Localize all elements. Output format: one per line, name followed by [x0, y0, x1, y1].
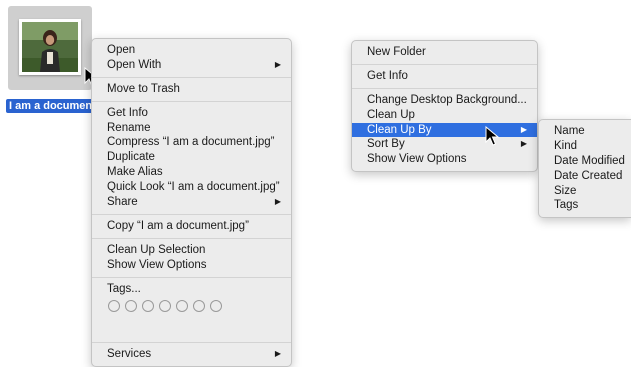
desktop-menu-item-show-view-options[interactable]: Show View Options: [352, 152, 537, 167]
menu-item-label: Open: [107, 44, 136, 56]
clean-up-by-item-tags[interactable]: Tags: [539, 198, 631, 213]
tag-circle-icon[interactable]: [108, 300, 120, 313]
menu-separator: [92, 76, 291, 78]
menu-separator: [92, 342, 291, 344]
desktop-menu-item-clean-up-by[interactable]: Clean Up By ▶: [352, 122, 537, 138]
photo-image: [22, 22, 78, 72]
menu-separator: [92, 237, 291, 239]
file-menu-item-services[interactable]: Services ▶: [92, 347, 291, 362]
menu-separator: [352, 63, 537, 65]
menu-separator: [92, 213, 291, 215]
mouse-pointer-icon: [485, 126, 499, 146]
menu-separator: [92, 276, 291, 278]
clean-up-by-item-kind[interactable]: Kind: [539, 139, 631, 154]
menu-item-label: Get Info: [367, 69, 408, 82]
menu-spacer: [92, 316, 291, 338]
menu-item-label: Duplicate: [107, 151, 155, 164]
file-menu-item-duplicate[interactable]: Duplicate: [92, 150, 291, 165]
menu-item-label: Copy “I am a document.jpg”: [107, 219, 249, 232]
menu-item-label: Get Info: [107, 106, 148, 119]
tag-circle-icon[interactable]: [176, 300, 188, 313]
menu-item-label: Share: [107, 196, 138, 209]
file-icon-selected[interactable]: [8, 6, 92, 90]
clean-up-by-item-size[interactable]: Size: [539, 184, 631, 199]
file-menu-item-open-with[interactable]: Open With ▶: [92, 58, 291, 73]
desktop-menu-item-get-info[interactable]: Get Info: [352, 69, 537, 84]
file-menu-item-show-view-options[interactable]: Show View Options: [92, 258, 291, 273]
submenu-arrow-icon: ▶: [520, 124, 527, 134]
menu-item-label: Clean Up Selection: [107, 243, 206, 256]
file-menu-item-share[interactable]: Share ▶: [92, 195, 291, 210]
clean-up-by-submenu: Name Kind Date Modified Date Created Size Tag…: [538, 119, 631, 219]
clean-up-by-item-date-modified[interactable]: Date Modified: [539, 154, 631, 169]
desktop-menu-item-change-desktop-background[interactable]: Change Desktop Background...: [352, 93, 537, 108]
menu-item-label: Open With: [107, 58, 162, 71]
desktop-menu-item-clean-up[interactable]: Clean Up: [352, 108, 537, 123]
file-menu-item-open[interactable]: Open: [92, 43, 291, 58]
desktop-menu-item-sort-by[interactable]: Sort By ▶: [352, 137, 537, 152]
file-name-label[interactable]: I am a document.: [6, 99, 102, 113]
menu-item-label: Show View Options: [367, 153, 467, 166]
tag-circle-icon[interactable]: [210, 300, 222, 313]
clean-up-by-item-date-created[interactable]: Date Created: [539, 169, 631, 184]
file-menu-item-move-to-trash[interactable]: Move to Trash: [92, 82, 291, 97]
menu-separator: [92, 100, 291, 102]
menu-item-label: Rename: [107, 121, 151, 134]
tag-circle-icon[interactable]: [159, 300, 171, 313]
submenu-arrow-icon: ▶: [274, 59, 281, 69]
menu-item-label: Quick Look “I am a document.jpg”: [107, 181, 280, 194]
file-menu-item-make-alias[interactable]: Make Alias: [92, 165, 291, 180]
file-context-menu: Open Open With ▶ Move to Trash Get Info Renam…: [91, 38, 292, 367]
file-menu-item-tags[interactable]: Tags...: [92, 282, 291, 297]
tag-circle-icon[interactable]: [125, 300, 137, 313]
menu-item-label: New Folder: [367, 46, 426, 58]
menu-item-label: Make Alias: [107, 166, 163, 179]
submenu-arrow-icon: ▶: [274, 349, 281, 359]
menu-item-label: Move to Trash: [107, 82, 180, 95]
photo-thumbnail: [19, 19, 81, 75]
file-menu-item-get-info[interactable]: Get Info: [92, 106, 291, 121]
menu-item-label: Services: [107, 348, 152, 361]
menu-item-label: Clean Up: [367, 108, 415, 121]
file-menu-item-compress-i-am-a-document-jpg[interactable]: Compress “I am a document.jpg”: [92, 135, 291, 150]
tag-color-picker: [92, 296, 291, 316]
desktop-context-menu: New Folder Get Info Change Desktop Backgro…: [351, 40, 538, 173]
submenu-arrow-icon: ▶: [274, 197, 281, 207]
file-menu-item-rename[interactable]: Rename: [92, 121, 291, 136]
file-menu-item-quick-look-i-am-a-document-jpg[interactable]: Quick Look “I am a document.jpg”: [92, 180, 291, 195]
tag-circle-icon[interactable]: [142, 300, 154, 313]
clean-up-by-item-name[interactable]: Name: [539, 124, 631, 139]
menu-item-label: Change Desktop Background...: [367, 93, 527, 106]
file-menu-item-copy-i-am-a-document-jpg[interactable]: Copy “I am a document.jpg”: [92, 219, 291, 234]
menu-item-label: Compress “I am a document.jpg”: [107, 136, 275, 149]
tag-circle-icon[interactable]: [193, 300, 205, 313]
menu-item-label: Sort By: [367, 138, 405, 151]
menu-item-label: Show View Options: [107, 258, 207, 271]
menu-separator: [352, 87, 537, 89]
menu-item-label: Clean Up By: [367, 123, 432, 136]
desktop-menu-item-new-folder[interactable]: New Folder: [352, 45, 537, 60]
submenu-arrow-icon: ▶: [520, 139, 527, 149]
file-menu-item-clean-up-selection[interactable]: Clean Up Selection: [92, 243, 291, 258]
